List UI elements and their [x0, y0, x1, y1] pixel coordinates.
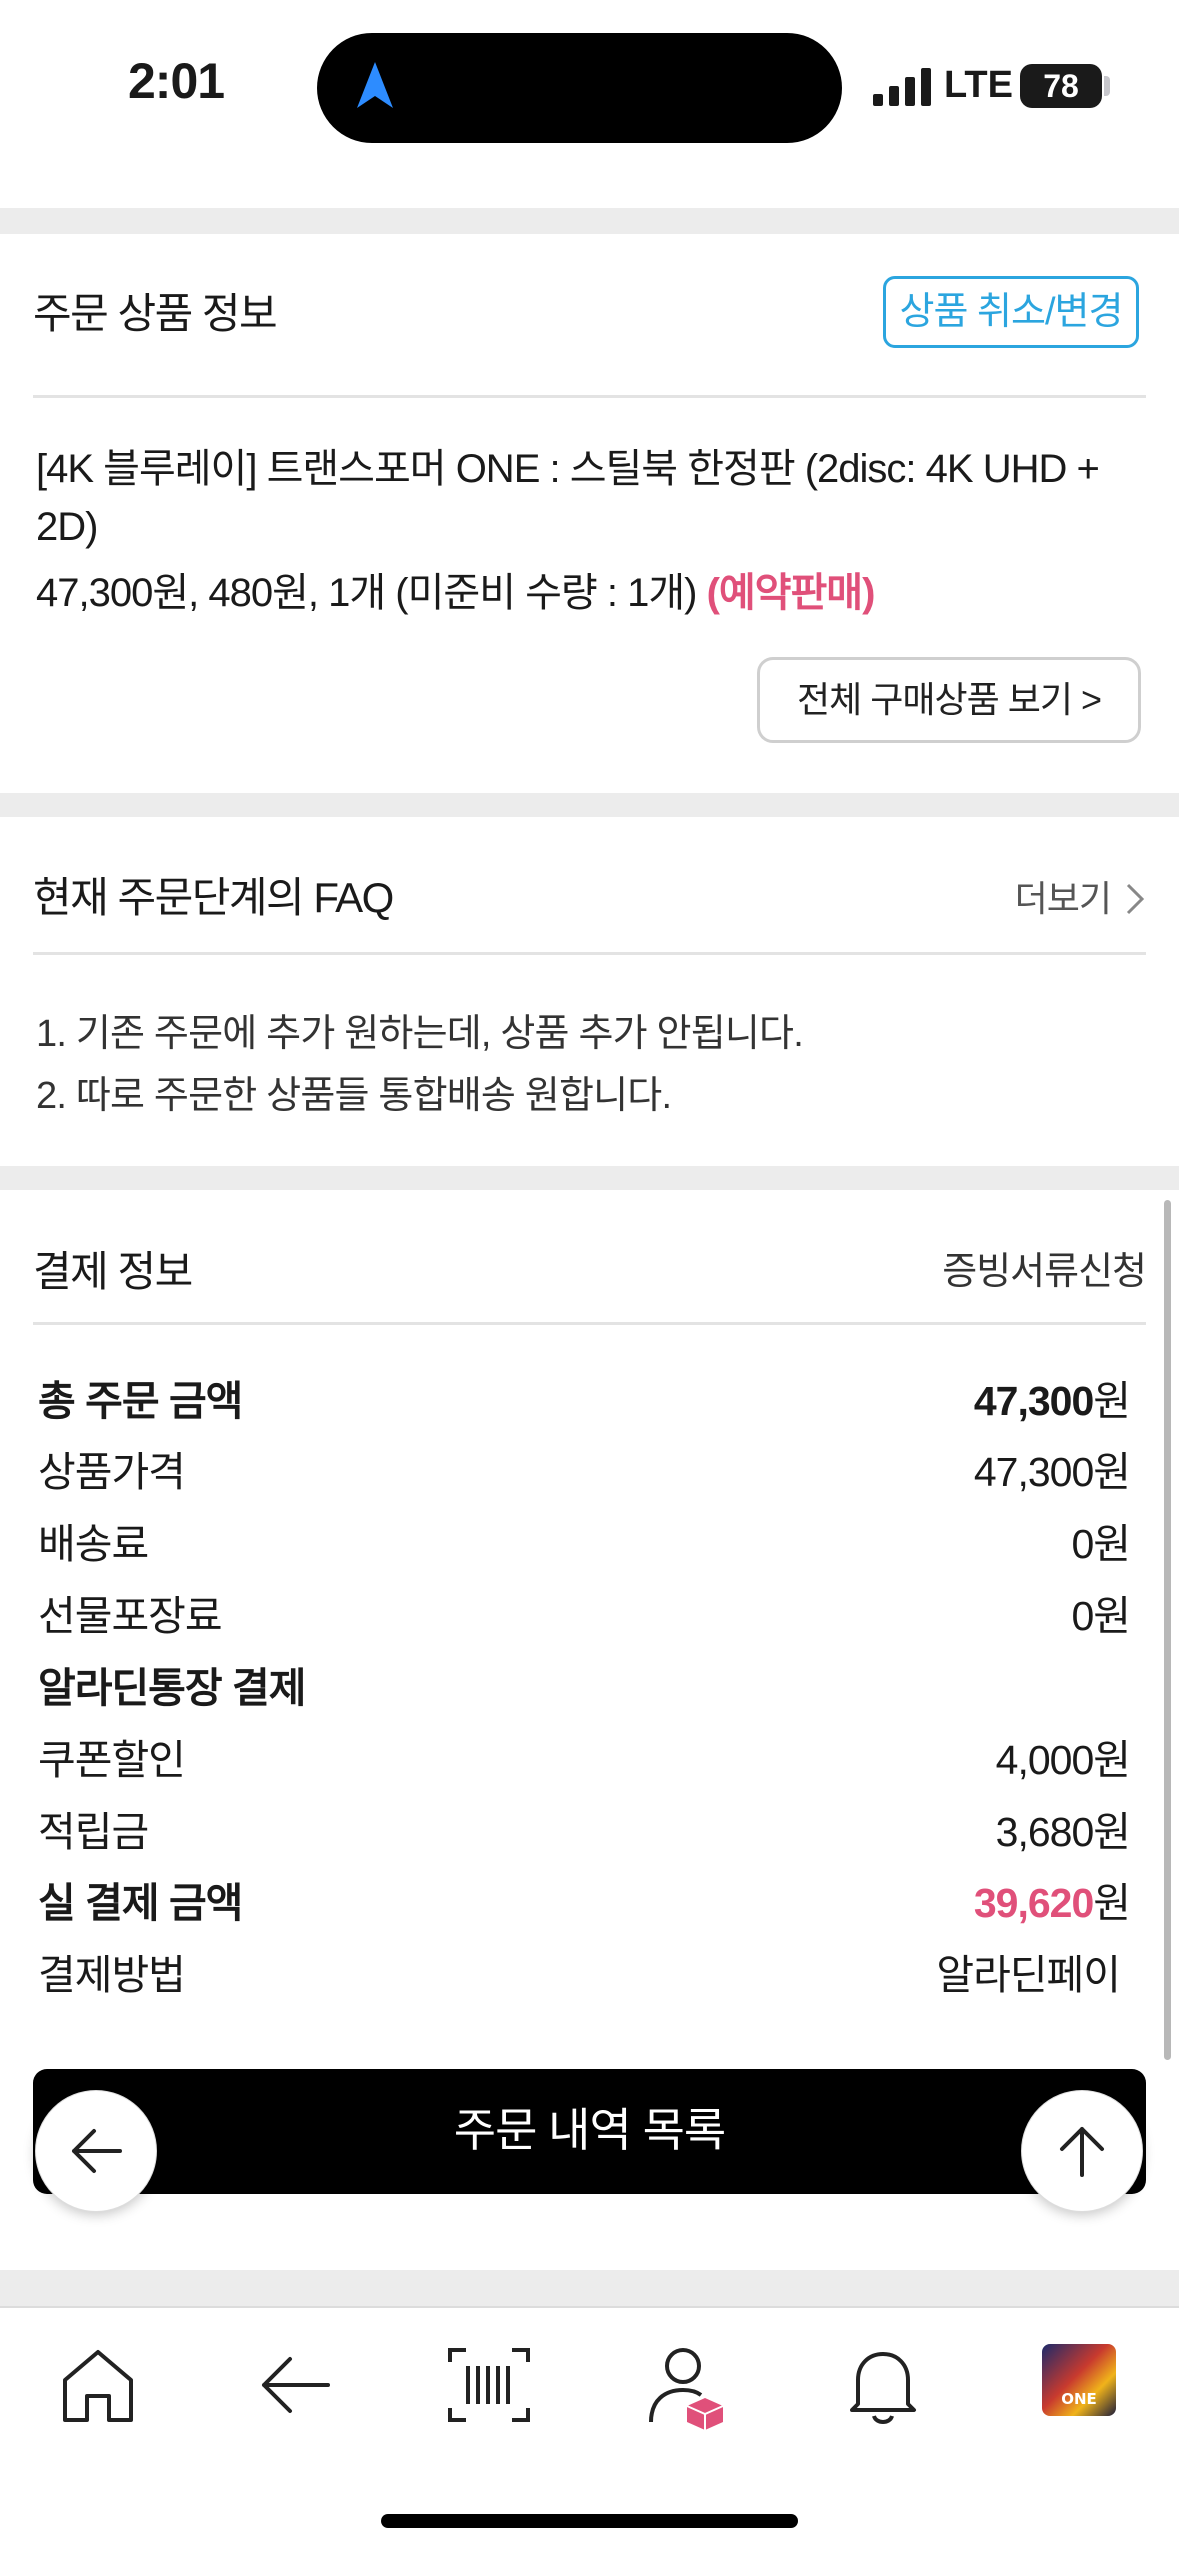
my-account-icon[interactable]: [643, 2340, 733, 2430]
section-divider: [0, 793, 1179, 817]
points-row: 적립금 3,680원: [38, 1798, 1131, 1858]
actual-payment-label: 실 결제 금액: [38, 1880, 243, 1926]
account-payment-row: 알라딘통장 결제: [38, 1654, 1130, 1714]
back-floating-button[interactable]: [35, 2090, 157, 2212]
price-quantity-text: 47,300원, 480원, 1개 (미준비 수량 : 1개): [36, 571, 707, 615]
product-section-title: 주문 상품 정보: [33, 290, 278, 337]
network-type: LTE: [944, 64, 1013, 106]
product-name[interactable]: [4K 블루레이] 트랜스포머 ONE : 스틸북 한정판 (2disc: 4K…: [36, 440, 1146, 556]
product-price-row: 상품가격 47,300원: [38, 1438, 1131, 1498]
status-time: 2:01: [128, 53, 225, 109]
dynamic-island: [317, 33, 842, 143]
total-order-value: 47,300원: [973, 1367, 1131, 1427]
actual-payment-amount: 39,620: [973, 1880, 1094, 1926]
actual-payment-row: 실 결제 금액 39,620원: [38, 1869, 1131, 1929]
coupon-value: 4,000원: [995, 1737, 1131, 1783]
shipping-value: 0원: [1071, 1521, 1131, 1567]
payment-method-label: 결제방법: [38, 1952, 186, 1998]
actual-payment-value: 39,620원: [973, 1869, 1131, 1929]
divider: [33, 952, 1146, 955]
bell-icon[interactable]: [838, 2340, 928, 2430]
divider: [33, 395, 1146, 398]
faq-item[interactable]: 2. 따로 주문한 상품들 통합배송 원합니다.: [36, 1064, 672, 1119]
coupon-label: 쿠폰할인: [38, 1737, 186, 1783]
thumbnail-text: ONE: [1061, 2390, 1097, 2408]
section-divider: [0, 2270, 1179, 2306]
faq-section-title: 현재 주문단계의 FAQ: [33, 874, 394, 921]
faq-more-link[interactable]: 더보기: [1015, 870, 1146, 922]
preorder-tag: (예약판매): [706, 571, 876, 615]
cancel-change-button[interactable]: 상품 취소/변경: [883, 276, 1139, 348]
total-order-amount: 47,300: [973, 1378, 1094, 1424]
total-order-label: 총 주문 금액: [38, 1378, 243, 1424]
scrollbar[interactable]: [1164, 1200, 1171, 2060]
currency-unit: 원: [1093, 1880, 1131, 1926]
points-label: 적립금: [38, 1809, 149, 1855]
cart-thumbnail[interactable]: ONE: [1042, 2344, 1116, 2416]
account-payment-label: 알라딘통장 결제: [38, 1665, 306, 1711]
product-price-line: 47,300원, 480원, 1개 (미준비 수량 : 1개) (예약판매): [36, 560, 876, 618]
signal-icon: [873, 68, 931, 106]
view-all-products-button[interactable]: 전체 구매상품 보기 >: [757, 657, 1141, 743]
section-divider: [0, 208, 1179, 234]
tab-bar-border: [0, 2306, 1179, 2308]
battery-tip: [1104, 76, 1110, 96]
product-price-label: 상품가격: [38, 1449, 186, 1495]
currency-unit: 원: [1093, 1378, 1131, 1424]
section-divider: [0, 1166, 1179, 1190]
battery-icon: 78: [1020, 64, 1102, 108]
barcode-scan-icon[interactable]: [444, 2340, 534, 2430]
more-label: 더보기: [1014, 878, 1112, 919]
scroll-top-button[interactable]: [1021, 2090, 1143, 2212]
coupon-row: 쿠폰할인 4,000원: [38, 1726, 1131, 1786]
shipping-label: 배송료: [38, 1521, 149, 1567]
arrow-up-icon: [1060, 2127, 1104, 2177]
location-arrow-icon: [357, 62, 393, 108]
shipping-row: 배송료 0원: [38, 1510, 1131, 1570]
payment-method-value: 알라딘페이: [936, 1952, 1121, 1998]
points-value: 3,680원: [995, 1809, 1131, 1855]
order-history-button[interactable]: 주문 내역 목록: [33, 2069, 1146, 2194]
faq-item[interactable]: 1. 기존 주문에 추가 원하는데, 상품 추가 안됩니다.: [36, 1002, 804, 1057]
gift-wrap-value: 0원: [1071, 1593, 1131, 1639]
back-arrow-icon[interactable]: [250, 2340, 340, 2430]
divider: [33, 1322, 1146, 1325]
arrow-left-icon: [72, 2129, 122, 2173]
home-indicator[interactable]: [381, 2514, 798, 2528]
receipt-request-link[interactable]: 증빙서류신청: [942, 1240, 1147, 1295]
payment-method-row: 결제방법 알라딘페이: [38, 1941, 1130, 2001]
battery-level: 78: [1043, 68, 1079, 104]
total-order-row: 총 주문 금액 47,300원: [38, 1367, 1131, 1427]
gift-wrap-label: 선물포장료: [38, 1593, 223, 1639]
payment-section-title: 결제 정보: [33, 1248, 193, 1295]
home-icon[interactable]: [53, 2340, 143, 2430]
gift-wrap-row: 선물포장료 0원: [38, 1582, 1131, 1642]
chevron-right-icon: [1126, 883, 1145, 915]
product-price-value: 47,300원: [973, 1449, 1131, 1495]
